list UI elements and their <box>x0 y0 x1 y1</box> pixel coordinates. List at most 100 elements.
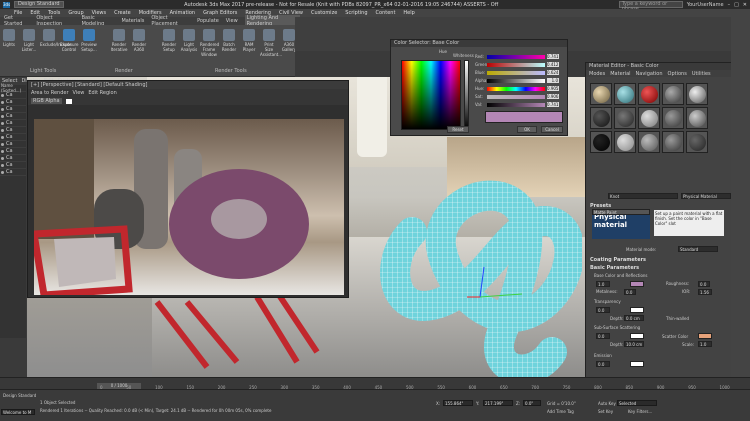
material-mode-dropdown[interactable]: Standard <box>678 246 718 252</box>
eye-icon[interactable] <box>1 156 4 160</box>
roughness-field[interactable]: 0.0 <box>698 281 710 287</box>
maxscript-listener[interactable]: Welcome to M <box>1 409 35 415</box>
scene-item[interactable]: Ca <box>0 155 26 162</box>
scene-item[interactable]: Ca <box>0 127 26 134</box>
depth-field[interactable]: 0.0 cm <box>624 315 644 321</box>
scene-item[interactable]: Ca <box>0 120 26 127</box>
eye-icon[interactable] <box>1 93 4 97</box>
material-slot[interactable] <box>638 83 660 105</box>
ribbon-button-ram-player[interactable]: RAM Player <box>240 29 258 52</box>
color-row-slider[interactable] <box>487 70 545 75</box>
search-input[interactable]: Type a keyword or phrase <box>618 1 683 12</box>
color-row-slider[interactable] <box>487 102 545 107</box>
material-slot[interactable] <box>638 107 660 129</box>
menu-help[interactable]: Help <box>403 10 414 16</box>
scene-item[interactable]: Ca <box>0 169 26 176</box>
eye-icon[interactable] <box>1 170 4 174</box>
material-slot[interactable] <box>590 107 612 129</box>
eye-icon[interactable] <box>1 149 4 153</box>
thin-walled-checkbox[interactable]: Thin-walled <box>666 316 689 321</box>
scale-field[interactable]: 1.0 <box>698 341 712 347</box>
ribbon-button-render-setup[interactable]: Render Setup <box>160 29 178 52</box>
color-row-slider[interactable] <box>487 62 545 67</box>
ok-button[interactable]: OK <box>517 126 537 133</box>
scene-item[interactable]: Ca <box>0 134 26 141</box>
sss-depth-field[interactable]: 10.0 cm <box>624 341 644 347</box>
z-coordinate[interactable]: 0.0" <box>523 400 541 406</box>
scene-item[interactable]: Ca <box>0 99 26 106</box>
ribbon-button-exposure-control[interactable]: Exposure Control <box>60 29 79 52</box>
menu-scripting[interactable]: Scripting <box>345 10 367 16</box>
material-slot[interactable] <box>614 107 636 129</box>
menu-customize[interactable]: Customize <box>311 10 337 16</box>
color-swatch[interactable] <box>65 98 72 104</box>
scene-item[interactable]: Ca <box>0 106 26 113</box>
coating-rollout[interactable]: Coating Parameters <box>590 257 728 263</box>
ribbon-button-batch-render[interactable]: Batch Render <box>220 29 238 52</box>
material-slot[interactable] <box>662 131 684 153</box>
eye-icon[interactable] <box>1 142 4 146</box>
workspace-dropdown[interactable]: Design Standard <box>14 1 64 8</box>
scene-item[interactable]: Ca <box>0 141 26 148</box>
minimize-button[interactable]: – <box>728 2 731 8</box>
material-type-button[interactable]: Physical Material <box>681 193 731 199</box>
emission-swatch[interactable] <box>630 361 644 367</box>
color-row-slider[interactable] <box>487 78 545 83</box>
material-slot[interactable] <box>686 107 708 129</box>
render-toolbar-item[interactable]: Area to Render <box>31 90 69 96</box>
transparency-swatch[interactable] <box>630 307 644 313</box>
color-row-value[interactable]: 0.412 <box>547 62 559 67</box>
key-filters-button[interactable]: Key Filters... <box>628 409 652 414</box>
base-weight-field[interactable]: 1.0 <box>596 281 610 287</box>
scene-item[interactable]: Ca <box>0 113 26 120</box>
eye-icon[interactable] <box>1 114 4 118</box>
x-coordinate[interactable]: 155.864" <box>443 400 473 406</box>
material-slot[interactable] <box>686 83 708 105</box>
y-coordinate[interactable]: 217.199" <box>483 400 513 406</box>
mated-menu-options[interactable]: Options <box>668 71 687 77</box>
eye-icon[interactable] <box>1 100 4 104</box>
color-row-slider[interactable] <box>487 54 545 59</box>
ribbon-tab[interactable]: Populate <box>197 18 219 24</box>
material-slot[interactable] <box>662 83 684 105</box>
eye-icon[interactable] <box>1 128 4 132</box>
ribbon-button-exclude-include[interactable]: Exclude/Include <box>40 29 72 47</box>
scene-item[interactable]: Ca <box>0 148 26 155</box>
reset-button[interactable]: Reset <box>447 126 469 133</box>
eye-icon[interactable] <box>1 107 4 111</box>
ribbon-button-print-size-assistant[interactable]: Print Size Assistant... <box>260 29 282 57</box>
render-toolbar-item[interactable]: View <box>73 90 85 96</box>
ribbon-button-rendered-frame-window[interactable]: Rendered Frame Window <box>200 29 219 57</box>
app-icon[interactable]: 3ds <box>3 1 10 8</box>
menu-create[interactable]: Create <box>114 10 131 16</box>
ribbon-tab[interactable]: Materials <box>121 18 144 24</box>
scene-item[interactable]: Ca <box>0 92 26 99</box>
channel-dropdown[interactable]: RGB Alpha <box>31 98 62 104</box>
mated-menu-material[interactable]: Material <box>610 71 630 77</box>
metalness-field[interactable]: 0.0 <box>624 289 636 295</box>
ribbon-button-render-iterative[interactable]: Render Iterative <box>110 29 128 52</box>
sss-swatch[interactable] <box>630 333 644 339</box>
material-slot[interactable] <box>590 131 612 153</box>
add-time-tag[interactable]: Add Time Tag <box>547 409 574 414</box>
render-toolbar-item[interactable]: Edit Region <box>88 90 116 96</box>
selected-dropdown[interactable]: Selected <box>617 400 657 406</box>
transparency-weight[interactable]: 0.0 <box>596 307 610 313</box>
base-color-swatch[interactable] <box>630 281 644 287</box>
color-row-value[interactable]: 0.741 <box>547 102 559 107</box>
scene-item[interactable]: Ca <box>0 162 26 169</box>
cancel-button[interactable]: Cancel <box>541 126 563 133</box>
color-row-value[interactable]: 0.741 <box>547 54 559 59</box>
basic-rollout[interactable]: Basic Parameters <box>590 265 728 271</box>
ribbon-button-render-a360[interactable]: Render A360 <box>130 29 148 52</box>
set-key-button[interactable]: Set Key <box>598 409 613 414</box>
color-row-value[interactable]: 0.906 <box>547 94 559 99</box>
whiteness-slider[interactable] <box>464 60 469 130</box>
ribbon-tab[interactable]: View <box>226 18 238 24</box>
color-row-slider[interactable] <box>487 86 545 91</box>
eye-icon[interactable] <box>1 135 4 139</box>
auto-key-button[interactable]: Auto Key <box>598 401 616 406</box>
ribbon-button-lights[interactable]: Lights <box>0 29 18 47</box>
mated-menu-modes[interactable]: Modes <box>589 71 605 77</box>
ribbon-button-light-lister[interactable]: Light Lister... <box>20 29 38 52</box>
